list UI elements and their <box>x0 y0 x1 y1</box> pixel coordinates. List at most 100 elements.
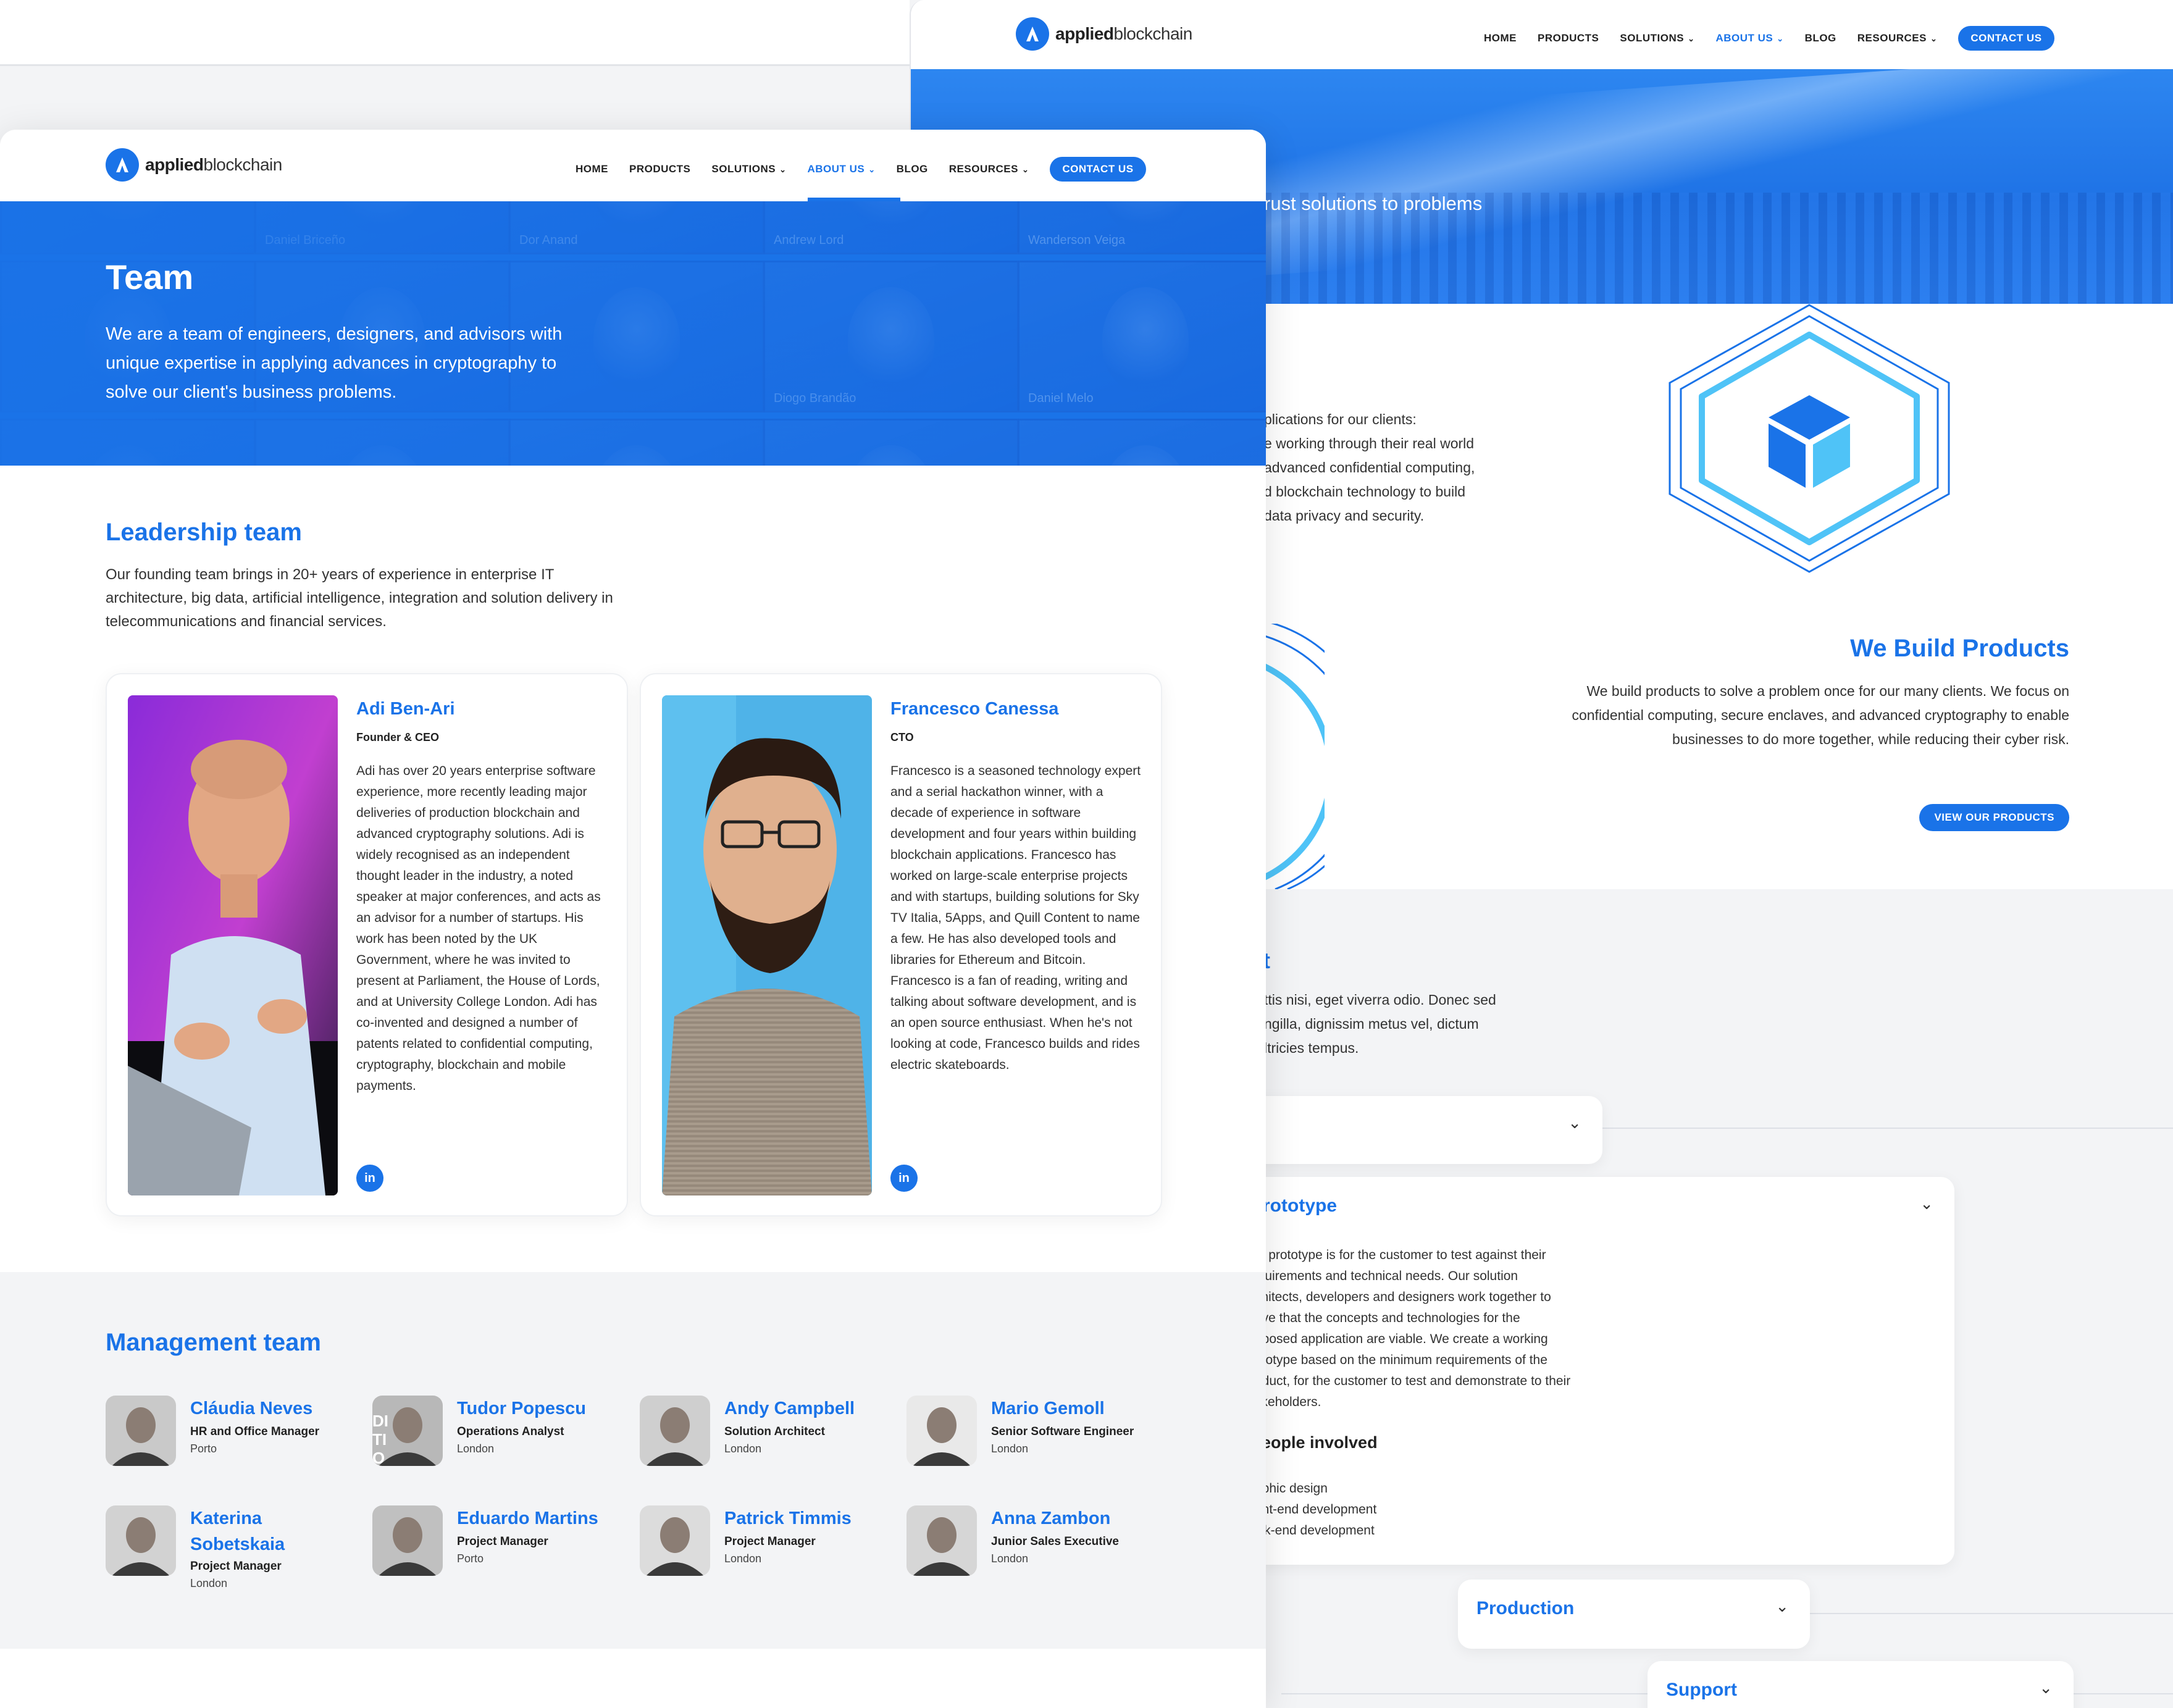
nav-item-resources[interactable]: RESOURCES ⌄ <box>1857 32 1938 44</box>
member-role: Project Manager <box>724 1535 816 1548</box>
logo-text: appliedblockchain <box>145 155 282 174</box>
nav-item-label: RESOURCES <box>948 163 1018 175</box>
chevron-down-icon: ⌄ <box>1777 34 1784 43</box>
accordion-body: he prototype is for the customer to test… <box>1250 1245 1936 1413</box>
avatar <box>906 1505 977 1576</box>
linkedin-icon[interactable]: in <box>356 1165 383 1192</box>
linkedin-icon[interactable]: in <box>890 1165 918 1192</box>
member-location: Porto <box>457 1552 484 1565</box>
nav-item-solutions[interactable]: SOLUTIONS ⌄ <box>711 163 786 175</box>
member-location: London <box>991 1442 1029 1455</box>
logo-icon <box>106 148 139 182</box>
background-divider <box>0 64 910 66</box>
leader-role: CTO <box>890 731 914 743</box>
member-name: Mario Gemoll <box>991 1399 1105 1418</box>
nav-item-label: PRODUCTS <box>1538 32 1599 44</box>
team-member: Mario Gemoll Senior Software Engineer Lond… <box>906 1396 1166 1488</box>
team-member: Katerina Sobetskaia Project Manager London <box>106 1505 365 1598</box>
leader-card: Francesco Canessa CTO Francesco is a sea… <box>640 673 1162 1216</box>
nav-item-label: RESOURCES <box>1857 32 1927 44</box>
logo-text: appliedblockchain <box>1055 24 1192 43</box>
nav-item-label: SOLUTIONS <box>1620 32 1685 44</box>
member-role: Junior Sales Executive <box>991 1535 1119 1548</box>
nav-item-products[interactable]: PRODUCTS <box>629 163 690 175</box>
accordion-prototype[interactable]: Prototype ⌄ he prototype is for the cust… <box>1232 1177 1954 1565</box>
accordion-line: roposed application are viable. We creat… <box>1250 1332 1548 1346</box>
team-member: Eduardo Martins Project Manager Porto <box>372 1505 632 1598</box>
member-location: London <box>724 1442 762 1455</box>
member-role: Senior Software Engineer <box>991 1425 1134 1438</box>
avatar <box>640 1505 710 1576</box>
cube-hexagon-illustration <box>1661 303 1957 577</box>
member-name: Patrick Timmis <box>724 1509 852 1528</box>
chevron-down-icon: ⌄ <box>868 165 876 174</box>
nav-item-blog[interactable]: BLOG <box>897 163 928 175</box>
back-hero-text: rust solutions to problems <box>1264 193 1483 214</box>
member-location: London <box>724 1552 762 1565</box>
chevron-down-icon: ⌄ <box>1775 1597 1789 1615</box>
accordion-line: roduct, for the customer to test and dem… <box>1250 1374 1571 1388</box>
accordion-production[interactable]: Production ⌄ <box>1458 1580 1810 1649</box>
member-name: Katerina Sobetskaia <box>190 1509 285 1554</box>
nav-item-resources[interactable]: RESOURCES ⌄ <box>949 163 1029 175</box>
front-navbar: appliedblockchain HOME PRODUCTS SOLUTIONS ⌄… <box>0 130 1266 201</box>
team-hero: Daniel BriceñoDor AnandAndrew LordWander… <box>0 201 1266 466</box>
process-line: ttis nisi, eget viverra odio. Donec sed <box>1264 992 1496 1008</box>
chevron-down-icon: ⌄ <box>1930 34 1938 43</box>
front-window: appliedblockchain HOME PRODUCTS SOLUTIONS ⌄… <box>0 130 1266 1708</box>
intro-line: d blockchain technology to build <box>1264 484 1466 500</box>
accordion-line: rchitects, developers and designers work… <box>1250 1290 1551 1304</box>
nav-item-solutions[interactable]: SOLUTIONS ⌄ <box>1620 32 1694 44</box>
background-page <box>0 0 910 64</box>
member-role: Solution Architect <box>724 1425 825 1438</box>
accordion-collapsed[interactable]: ⌄ <box>1232 1096 1602 1164</box>
accordion-title: Production <box>1476 1598 1575 1618</box>
avatar <box>106 1396 176 1466</box>
nav-item-home[interactable]: HOME <box>576 163 608 175</box>
nav-item-label: HOME <box>576 163 608 175</box>
nav-item-products[interactable]: PRODUCTS <box>1538 32 1599 44</box>
back-navbar: appliedblockchain HOME PRODUCTS SOLUTIONS ⌄… <box>911 0 2173 69</box>
nav-item-blog[interactable]: BLOG <box>1805 32 1836 44</box>
avatar: DI TIO <box>372 1396 443 1466</box>
products-title: We Build Products <box>1850 635 2069 662</box>
accordion-support[interactable]: Support ⌄ <box>1648 1661 2074 1708</box>
team-member: Andy Campbell Solution Architect London <box>640 1396 899 1488</box>
accordion-line: rototype based on the minimum requiremen… <box>1250 1353 1547 1367</box>
back-logo[interactable]: appliedblockchain <box>1016 17 1192 51</box>
contact-us-button[interactable]: CONTACT US <box>1958 26 2054 51</box>
people-involved-list: raphic design ront-end development ack-end… <box>1250 1478 1376 1541</box>
member-location: London <box>457 1442 495 1455</box>
member-role: HR and Office Manager <box>190 1425 320 1438</box>
leader-bio: Adi has over 20 years enterprise softwar… <box>356 764 601 1093</box>
people-item: ront-end development <box>1250 1502 1377 1517</box>
nav-item-label: ABOUT US <box>807 163 865 175</box>
accordion-line: he prototype is for the customer to test… <box>1250 1248 1546 1262</box>
logo-icon <box>1016 17 1049 51</box>
intro-line: e working through their real world <box>1264 435 1475 451</box>
member-role: Operations Analyst <box>457 1425 564 1438</box>
chevron-down-icon: ⌄ <box>1568 1113 1581 1132</box>
avatar <box>372 1505 443 1576</box>
member-location: London <box>190 1577 228 1589</box>
member-name: Cláudia Neves <box>190 1399 313 1418</box>
back-process-body: ttis nisi, eget viverra odio. Donec sed n… <box>1264 988 1610 1060</box>
contact-us-button[interactable]: CONTACT US <box>1050 157 1146 182</box>
nav-item-home[interactable]: HOME <box>1484 32 1517 44</box>
nav-item-about-us[interactable]: ABOUT US ⌄ <box>807 163 875 175</box>
people-item: raphic design <box>1250 1481 1328 1496</box>
view-products-button[interactable]: VIEW OUR PRODUCTS <box>1919 804 2069 831</box>
back-intro-text: plications for our clients: e working thr… <box>1264 408 1610 528</box>
back-nav-links: HOME PRODUCTS SOLUTIONS ⌄ ABOUT US ⌄ BLOG RESOU… <box>1484 26 2054 51</box>
nav-item-about-us[interactable]: ABOUT US ⌄ <box>1715 32 1783 44</box>
front-logo[interactable]: appliedblockchain <box>106 148 282 182</box>
intro-line: advanced confidential computing, <box>1264 459 1475 475</box>
team-member: Cláudia Neves HR and Office Manager Porto <box>106 1396 365 1488</box>
accordion-line: equirements and technical needs. Our sol… <box>1250 1269 1518 1283</box>
avatar <box>906 1396 977 1466</box>
management-title: Management team <box>106 1329 321 1356</box>
process-line: ltricies tempus. <box>1264 1040 1359 1056</box>
leadership-body: Our founding team brings in 20+ years of… <box>106 566 613 630</box>
cube-icon <box>1769 395 1850 488</box>
chevron-down-icon: ⌄ <box>1021 165 1029 174</box>
